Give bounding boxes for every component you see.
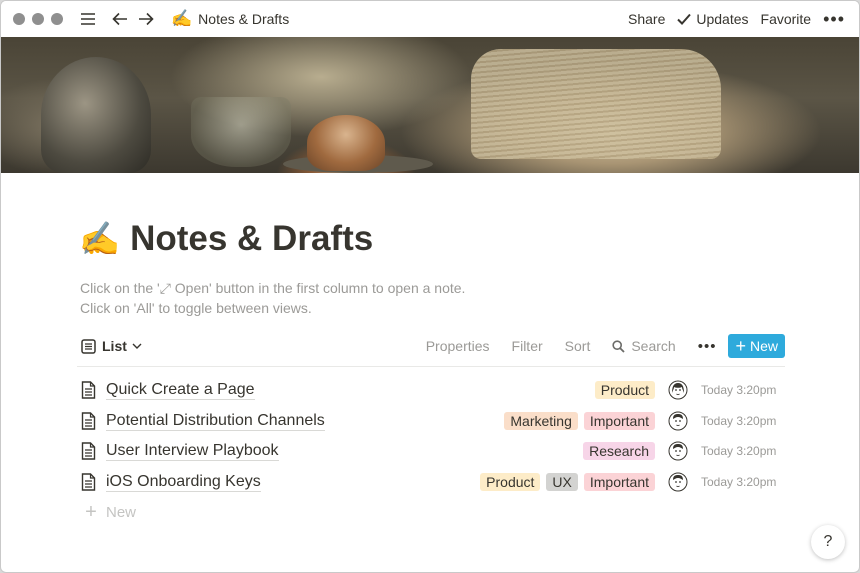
cover-bread <box>307 115 385 171</box>
tag-badge: UX <box>546 472 578 491</box>
search-icon <box>612 339 625 353</box>
page-cover-image <box>1 37 859 173</box>
tag-badge: Important <box>583 472 655 491</box>
cover-book <box>471 49 721 159</box>
properties-button[interactable]: Properties <box>426 338 490 354</box>
breadcrumb-title: Notes & Drafts <box>198 11 290 27</box>
add-new-row-button[interactable]: + New <box>77 497 785 527</box>
back-arrow-icon[interactable] <box>109 8 131 30</box>
cover-glass <box>191 97 291 167</box>
list-item[interactable]: iOS Onboarding Keys Product UX Important… <box>77 467 785 498</box>
document-icon <box>81 442 101 460</box>
document-icon <box>81 381 101 399</box>
avatar-icon <box>667 471 689 493</box>
chevron-down-icon <box>132 343 142 349</box>
tag-list: Marketing Important <box>504 411 655 430</box>
document-icon <box>81 473 101 491</box>
page-icon-emoji[interactable]: ✍️ <box>79 220 120 259</box>
plus-icon: + <box>735 336 746 356</box>
new-button-label: New <box>749 338 778 354</box>
list-item[interactable]: Potential Distribution Channels Marketin… <box>77 406 785 437</box>
filter-button[interactable]: Filter <box>512 338 543 354</box>
page-description[interactable]: Click on the '⤢ Open' button in the firs… <box>80 278 465 318</box>
share-label: Share <box>628 11 666 27</box>
tag-badge: Important <box>583 411 655 430</box>
last-edited-time: Today 3:20pm <box>701 474 777 489</box>
forward-arrow-icon[interactable] <box>135 8 157 30</box>
maximize-window-button[interactable] <box>51 13 63 25</box>
document-icon <box>81 412 101 430</box>
breadcrumb[interactable]: ✍️ Notes & Drafts <box>171 9 289 29</box>
database-more-button[interactable]: ••• <box>698 338 717 355</box>
share-button[interactable]: Share <box>628 11 665 27</box>
tag-list: Product <box>594 381 655 400</box>
note-title[interactable]: iOS Onboarding Keys <box>106 472 261 492</box>
app-window: ✍️ Notes & Drafts Share Updates Favorite… <box>0 0 860 573</box>
window-controls <box>13 13 63 25</box>
page-emoji-icon: ✍️ <box>171 9 193 28</box>
tag-badge: Marketing <box>504 411 578 430</box>
database-toolbar: List Properties Filter Sort Search ••• +… <box>77 332 785 360</box>
sort-button[interactable]: Sort <box>565 338 591 354</box>
page-title-text[interactable]: Notes & Drafts <box>130 219 373 259</box>
notes-list: Quick Create a Page Product Today 3:20pm… <box>77 375 785 527</box>
tag-list: Research <box>583 442 655 461</box>
note-title[interactable]: Potential Distribution Channels <box>106 411 325 431</box>
minimize-window-button[interactable] <box>32 13 44 25</box>
updates-button[interactable]: Updates <box>677 11 749 27</box>
cover-pitcher <box>41 57 151 173</box>
new-record-button[interactable]: + New <box>728 334 785 358</box>
list-item[interactable]: Quick Create a Page Product Today 3:20pm <box>77 375 785 406</box>
tag-badge: Product <box>594 381 655 400</box>
title-bar: ✍️ Notes & Drafts Share Updates Favorite… <box>1 1 859 37</box>
view-label: List <box>102 338 127 354</box>
close-window-button[interactable] <box>13 13 25 25</box>
list-view-icon <box>81 338 96 354</box>
checkmark-icon <box>677 13 692 25</box>
favorite-label: Favorite <box>760 11 812 27</box>
search-button[interactable]: Search <box>612 338 676 354</box>
toolbar-divider <box>77 366 785 367</box>
more-options-button[interactable]: ••• <box>823 9 845 30</box>
avatar-icon <box>667 410 689 432</box>
title-bar-actions: Share Updates Favorite ••• <box>628 9 859 30</box>
updates-label: Updates <box>696 11 749 27</box>
note-title[interactable]: Quick Create a Page <box>106 380 255 401</box>
avatar-icon <box>667 440 689 462</box>
plus-icon: + <box>85 500 97 523</box>
list-item[interactable]: User Interview Playbook Research Today 3… <box>77 436 785 467</box>
last-edited-time: Today 3:20pm <box>701 444 777 459</box>
view-switcher[interactable]: List <box>77 338 148 354</box>
tag-list: Product UX Important <box>480 472 655 491</box>
last-edited-time: Today 3:20pm <box>701 383 777 398</box>
toolbar-actions: Properties Filter Sort Search ••• + New <box>426 334 785 358</box>
description-line-2: Click on 'All' to toggle between views. <box>80 300 312 316</box>
note-title[interactable]: User Interview Playbook <box>106 441 279 462</box>
help-button[interactable]: ? <box>811 525 845 559</box>
new-row-label: New <box>106 503 137 521</box>
favorite-button[interactable]: Favorite <box>761 11 812 27</box>
tag-badge: Product <box>480 472 541 491</box>
page-title[interactable]: ✍️ Notes & Drafts <box>79 219 373 259</box>
last-edited-time: Today 3:20pm <box>701 413 777 428</box>
menu-icon[interactable] <box>77 8 99 30</box>
search-label: Search <box>631 338 676 354</box>
description-line-1: Click on the '⤢ Open' button in the firs… <box>80 280 466 296</box>
tag-badge: Research <box>583 442 655 461</box>
avatar-icon <box>667 379 689 401</box>
